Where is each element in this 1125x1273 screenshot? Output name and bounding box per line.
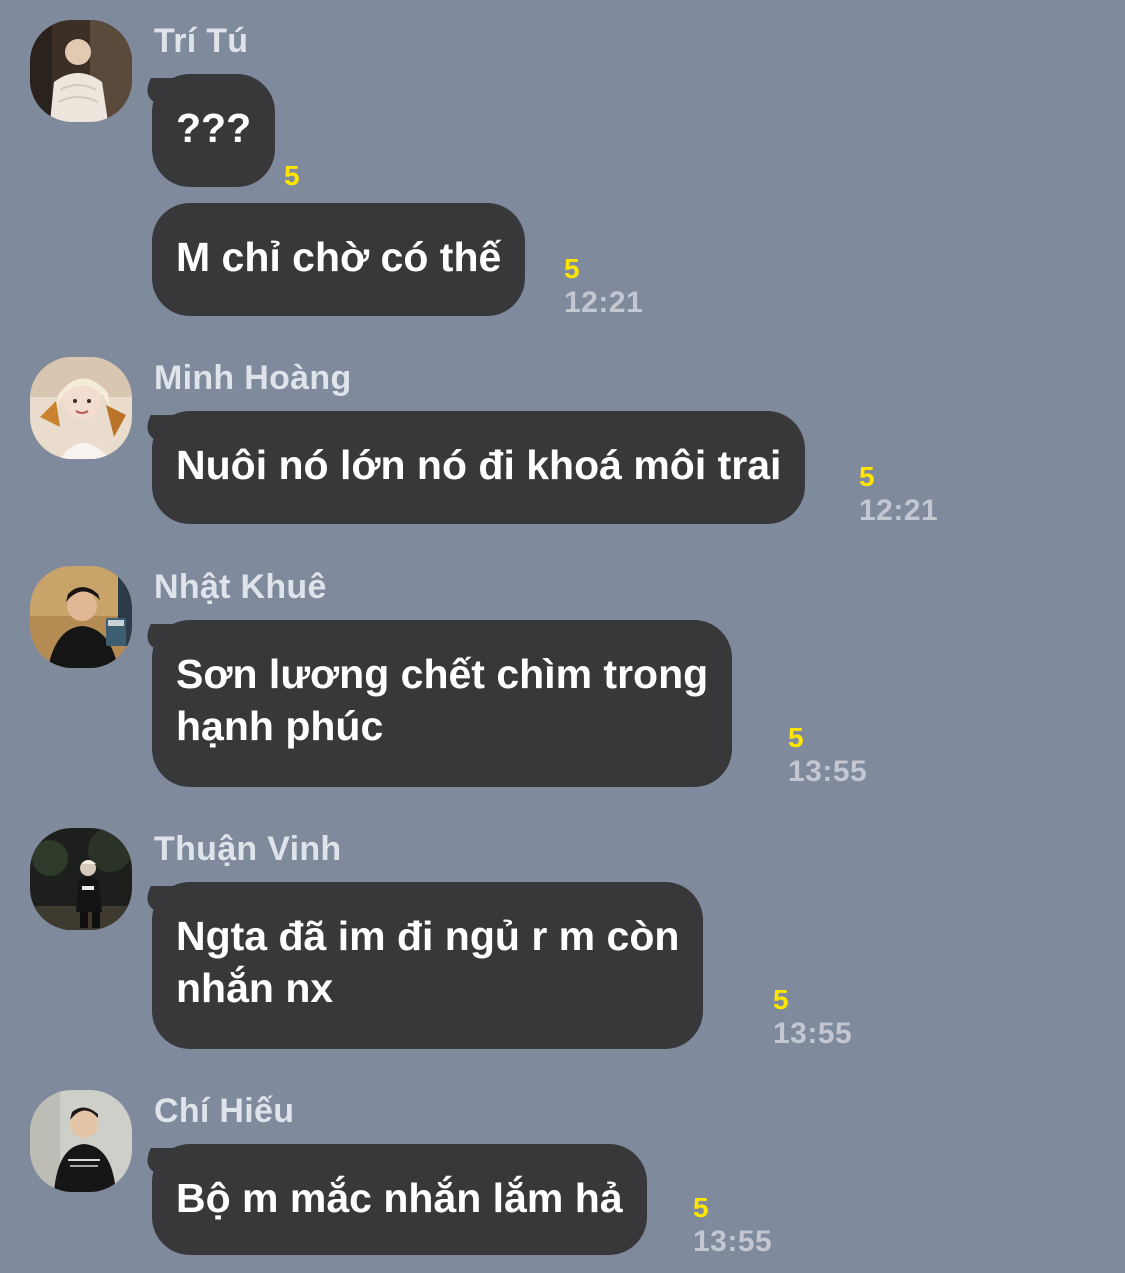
message-meta: 5 12:21 [564, 252, 643, 320]
sender-name: Thuận Vinh [154, 830, 342, 868]
sender-name: Nhật Khuê [154, 568, 327, 606]
message-meta: 5 [284, 159, 300, 193]
timestamp: 13:55 [773, 1017, 853, 1050]
read-count: 5 [693, 1192, 709, 1223]
message-text: Bộ m mắc nhắn lắm hả [176, 1175, 623, 1221]
message-bubble[interactable]: ??? [152, 74, 276, 187]
timestamp: 12:21 [564, 286, 644, 319]
message-bubble[interactable]: M chỉ chờ có thế [152, 203, 526, 316]
timestamp: 13:55 [693, 1225, 773, 1258]
message-text-line: nhắn nx [176, 965, 334, 1011]
sender-name: Chí Hiếu [154, 1092, 295, 1130]
avatar-chi-hieu[interactable] [30, 1090, 132, 1192]
chat-message-list[interactable]: Trí Tú ??? 5 M chỉ chờ có thế 5 12:21 Mi… [0, 0, 1125, 1273]
read-count: 5 [773, 984, 789, 1015]
read-count: 5 [788, 722, 804, 753]
sender-name: Minh Hoàng [154, 359, 352, 397]
avatar-thuan-vinh[interactable] [30, 828, 132, 930]
avatar-tri-tu[interactable] [30, 20, 132, 122]
timestamp: 13:55 [788, 755, 868, 788]
message-bubble[interactable]: Ngta đã im đi ngủ r m còn nhắn nx [152, 882, 704, 1049]
avatar-photo-icon [30, 357, 132, 459]
message-bubble[interactable]: Sơn lương chết chìm trong hạnh phúc [152, 620, 733, 787]
message-text: ??? [176, 105, 252, 151]
message-meta: 5 13:55 [773, 983, 852, 1051]
read-count: 5 [859, 461, 875, 492]
avatar-photo-icon [30, 828, 132, 930]
message-text-line: hạnh phúc [176, 703, 384, 749]
avatar-photo-icon [30, 566, 132, 668]
avatar-photo-icon [30, 1090, 132, 1192]
avatar-photo-icon [30, 20, 132, 122]
message-bubble[interactable]: Nuôi nó lớn nó đi khoá môi trai [152, 411, 806, 524]
message-text: M chỉ chờ có thế [176, 234, 502, 280]
message-text: Nuôi nó lớn nó đi khoá môi trai [176, 442, 782, 488]
message-meta: 5 13:55 [693, 1191, 772, 1259]
message-bubble[interactable]: Bộ m mắc nhắn lắm hả [152, 1144, 647, 1255]
message-text-line: Sơn lương chết chìm trong [176, 651, 709, 697]
timestamp: 12:21 [859, 494, 939, 527]
message-meta: 5 12:21 [859, 460, 938, 528]
avatar-minh-hoang[interactable] [30, 357, 132, 459]
sender-name: Trí Tú [154, 22, 249, 60]
read-count: 5 [564, 253, 580, 284]
message-meta: 5 13:55 [788, 721, 867, 789]
read-count: 5 [284, 160, 300, 191]
message-text-line: Ngta đã im đi ngủ r m còn [176, 913, 680, 959]
avatar-nhat-khue[interactable] [30, 566, 132, 668]
